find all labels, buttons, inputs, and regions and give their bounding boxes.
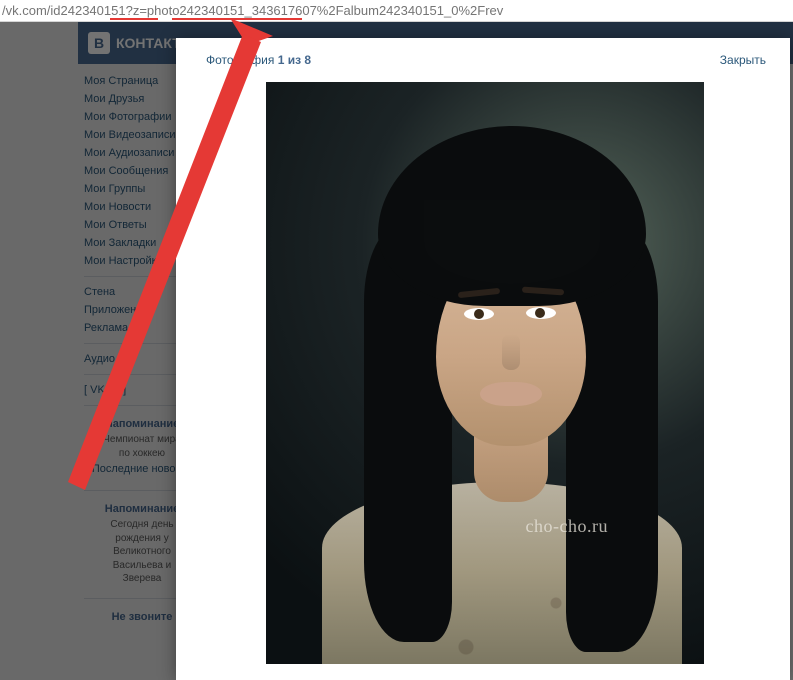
viewer-title-label: Фотография [206,53,274,67]
photo-image[interactable]: cho-cho.ru [266,82,704,664]
annotation-underline-2 [172,18,302,20]
photo-eye-r [526,307,556,319]
close-button[interactable]: Закрыть [720,53,766,67]
photo-viewer: Фотография 1 из 8 Закрыть cho-cho.ru [176,38,790,680]
photo-nose [502,334,520,370]
photo-eye-l [464,308,494,320]
photo-lips [480,382,542,406]
annotation-underline-1 [110,18,158,20]
photo-bangs [424,200,600,284]
photo-watermark: cho-cho.ru [526,516,608,537]
photo-viewer-header: Фотография 1 из 8 Закрыть [176,38,790,82]
browser-url-bar[interactable]: /vk.com/id242340151?z=photo242340151_343… [0,0,793,22]
viewer-counter: 1 из 8 [278,53,311,67]
url-text: /vk.com/id242340151?z=photo242340151_343… [2,3,503,18]
